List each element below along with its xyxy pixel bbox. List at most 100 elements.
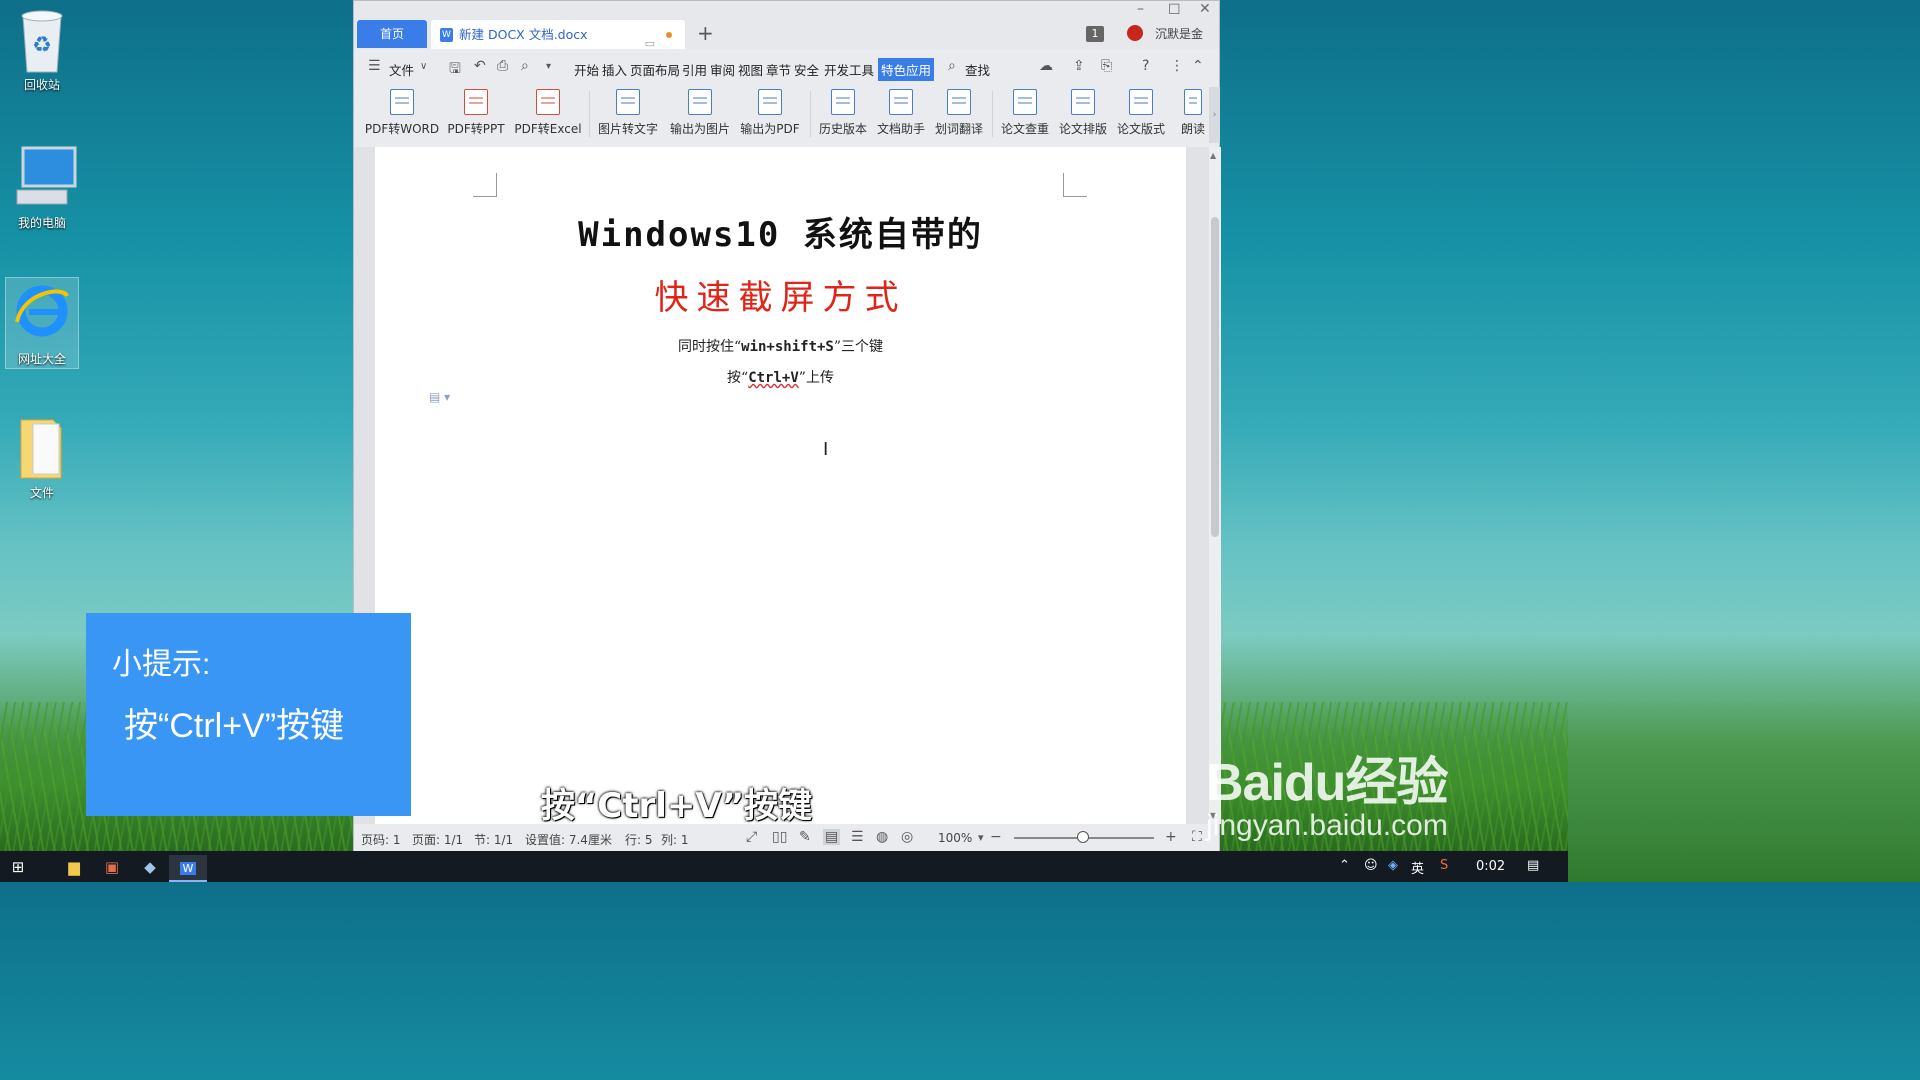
fit-page-icon[interactable]: ⛶	[1192, 829, 1202, 845]
doc-subtitle: 快速截屏方式	[654, 278, 907, 318]
scrollbar-thumb[interactable]	[1211, 217, 1219, 537]
export-pdf-icon	[758, 89, 782, 115]
caption-text: 按“Ctrl+V”按键	[540, 786, 813, 826]
desktop-icon-files[interactable]: 文件	[5, 416, 79, 501]
desktop-icon-recycle-bin[interactable]: ♻ 回收站	[5, 8, 79, 93]
menu-view[interactable]: 视图	[738, 60, 763, 79]
eye-protection-icon[interactable]: ◎	[901, 829, 913, 845]
translate-icon	[947, 89, 971, 115]
notification-icon[interactable]: ▤	[1527, 858, 1539, 873]
wps-taskbar-icon[interactable]: W	[169, 855, 207, 882]
text-cursor-icon: I	[823, 439, 829, 460]
tab-home[interactable]: 首页	[357, 20, 427, 48]
start-windows-icon[interactable]: ⊞	[0, 855, 36, 882]
reading-mode-icon[interactable]: ▯▯	[772, 829, 787, 845]
pen-icon[interactable]: ✎	[799, 829, 811, 845]
pdf-to-excel-icon	[536, 89, 560, 115]
tray-cloud-icon[interactable]: ◈	[1388, 858, 1398, 873]
menu-developer-tools[interactable]: 开发工具	[824, 60, 874, 79]
share-icon[interactable]: ⇪	[1073, 58, 1085, 74]
sogou-input-icon[interactable]: S	[1440, 858, 1448, 873]
ribbon-scroll-right-icon[interactable]: ›	[1209, 87, 1220, 143]
thesis-format-icon	[1129, 89, 1153, 115]
image-to-text-button[interactable]: 图片转文字	[596, 89, 660, 137]
maximize-icon[interactable]: ☐	[1168, 2, 1181, 18]
window-count-badge[interactable]: 1	[1086, 26, 1104, 42]
taskbar-app-icon[interactable]: ▣	[93, 855, 131, 882]
chevron-down-icon[interactable]: ∨	[420, 61, 427, 72]
pdf-to-ppt-icon	[464, 89, 488, 115]
zoom-out-icon[interactable]: −	[990, 829, 1002, 845]
taskbar-app2-icon[interactable]: ◆	[131, 855, 169, 882]
minimize-icon[interactable]: –	[1137, 1, 1144, 17]
input-language[interactable]: 英	[1411, 858, 1424, 877]
close-icon[interactable]: ✕	[1199, 1, 1211, 17]
desktop-icon-label: 我的电脑	[17, 216, 66, 230]
web-view-icon[interactable]: ◍	[876, 829, 888, 845]
export-pdf-button[interactable]: 输出为PDF	[738, 89, 802, 137]
thesis-check-button[interactable]: 论文查重	[999, 89, 1051, 137]
menu-security[interactable]: 安全	[794, 60, 819, 79]
menu-file[interactable]: 文件	[389, 60, 414, 79]
more-icon[interactable]: ⋮	[1170, 58, 1184, 74]
file-explorer-icon[interactable]: ▆	[55, 855, 93, 882]
menu-insert[interactable]: 插入	[602, 60, 627, 79]
collaborate-icon[interactable]: ⎘	[1101, 58, 1112, 74]
wps-writer-window: 首页 W 新建 DOCX 文档.docx ▭ + – ☐ ✕ 1 沉默是金 ☰ …	[353, 0, 1221, 851]
document-page[interactable]: Windows10 系统自带的 快速截屏方式 同时按住“win+shift+S”…	[375, 147, 1186, 824]
collapse-ribbon-icon[interactable]: ⌃	[1192, 58, 1204, 74]
menu-search[interactable]: 查找	[965, 60, 990, 79]
outline-view-icon[interactable]: ☰	[851, 829, 864, 845]
print-icon[interactable]: ⎙	[497, 58, 508, 74]
undo-icon[interactable]: ↶	[474, 58, 486, 74]
menu-chapter[interactable]: 章节	[766, 60, 791, 79]
print-preview-icon[interactable]: ⌕	[521, 58, 529, 74]
clock[interactable]: 0:02	[1476, 859, 1505, 874]
page-view-icon[interactable]: ▤	[823, 829, 841, 845]
tray-expand-icon[interactable]: ⌃	[1339, 858, 1350, 873]
menu-special-apps[interactable]: 特色应用	[878, 58, 935, 81]
export-image-button[interactable]: 输出为图片	[668, 89, 732, 137]
search-icon[interactable]: ⌕	[948, 58, 956, 74]
new-tab-plus-icon[interactable]: +	[697, 21, 714, 45]
zoom-in-icon[interactable]: +	[1165, 829, 1177, 845]
menu-start[interactable]: 开始	[574, 60, 599, 79]
scroll-up-icon[interactable]: ▲	[1210, 151, 1216, 160]
vertical-scrollbar[interactable]: ▲ ▼	[1209, 147, 1221, 824]
menu-references[interactable]: 引用	[682, 60, 707, 79]
user-name[interactable]: 沉默是金	[1155, 25, 1203, 42]
thesis-layout-button[interactable]: 论文排版	[1057, 89, 1109, 137]
tab-document[interactable]: W 新建 DOCX 文档.docx ▭	[431, 20, 685, 50]
menu-review[interactable]: 审阅	[710, 60, 735, 79]
desktop-icon-web-directory[interactable]: 网址大全	[5, 277, 79, 369]
status-setting-value: 设置值: 7.4厘米	[525, 833, 612, 847]
save-icon[interactable]: 🖫	[449, 58, 461, 82]
pdf-to-ppt-button[interactable]: PDF转PPT	[446, 89, 506, 137]
quick-access-dropdown-icon[interactable]: ▾	[546, 61, 551, 72]
desktop-icon-my-computer[interactable]: 我的电脑	[5, 146, 79, 231]
fullscreen-icon[interactable]: ⤢	[746, 829, 757, 845]
cloud-sync-icon[interactable]: ☁	[1039, 58, 1053, 74]
pdf-to-word-button[interactable]: PDF转WORD	[364, 89, 440, 137]
margin-corner-mark	[473, 173, 497, 197]
desktop-icon-label: 网址大全	[17, 352, 66, 366]
zoom-dropdown-icon[interactable]: ▾	[978, 831, 984, 844]
tray-app-icon[interactable]: ☺	[1364, 858, 1378, 873]
word-translate-button[interactable]: 划词翻译	[933, 89, 985, 137]
pdf-to-excel-button[interactable]: PDF转Excel	[514, 89, 582, 137]
zoom-level[interactable]: 100%	[938, 831, 972, 845]
doc-assistant-button[interactable]: 文档助手	[875, 89, 927, 137]
thesis-check-icon	[1013, 89, 1037, 115]
history-versions-button[interactable]: 历史版本	[817, 89, 869, 137]
thesis-format-button[interactable]: 论文版式	[1115, 89, 1167, 137]
avatar[interactable]	[1127, 25, 1143, 41]
paste-options-icon[interactable]: ▤ ▾	[429, 390, 450, 404]
document-area: Windows10 系统自带的 快速截屏方式 同时按住“win+shift+S”…	[354, 147, 1209, 824]
computer-icon	[13, 146, 77, 208]
hamburger-menu-icon[interactable]: ☰	[368, 58, 381, 74]
zoom-slider-handle[interactable]	[1077, 831, 1089, 843]
read-aloud-button[interactable]: 朗读	[1180, 89, 1206, 137]
ribbon-toolbar: PDF转WORD PDF转PPT PDF转Excel 图片转文字 输出为图片 输…	[354, 85, 1220, 145]
menu-page-layout[interactable]: 页面布局	[630, 60, 680, 79]
help-icon[interactable]: ?	[1142, 58, 1149, 74]
